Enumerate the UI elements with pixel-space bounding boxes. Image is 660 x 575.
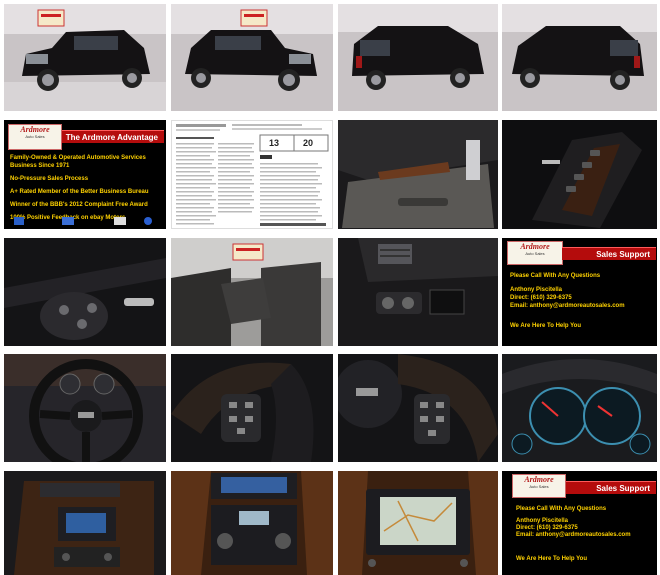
dealer-logo: Ardmore Auto Sales — [512, 474, 566, 498]
support-intro: Please Call With Any Questions — [516, 506, 607, 512]
photo-gauge-cluster[interactable] — [502, 354, 657, 462]
photo-center-console[interactable] — [4, 471, 166, 575]
logo-line2: Auto Sales — [25, 134, 45, 139]
support-title: Sales Support — [596, 484, 650, 493]
support-title-bar: Sales Support — [566, 481, 656, 494]
advantage-item: Winner of the BBB's 2012 Complaint Free … — [10, 202, 148, 209]
advantage-item: Family-Owned & Operated Automotive Servi… — [10, 155, 146, 170]
dealer-logo: Ardmore Auto Sales — [8, 124, 62, 150]
support-title-bar: Sales Support — [562, 247, 656, 260]
photo-wheel-controls-right[interactable] — [338, 354, 498, 462]
sales-support-card-2[interactable]: Ardmore Auto Sales Sales Support Please … — [502, 471, 657, 575]
logo-line2: Auto Sales — [525, 251, 545, 256]
hwy-mpg: 20 — [303, 138, 314, 148]
photo-door-panel[interactable] — [338, 120, 498, 229]
photo-window-switches[interactable] — [502, 120, 657, 229]
photo-climate-controls[interactable] — [171, 471, 333, 575]
logo-line2: Auto Sales — [529, 484, 549, 489]
partner-logos — [14, 217, 154, 225]
photo-dash-controls[interactable] — [338, 238, 498, 346]
photo-steering-wheel[interactable] — [4, 354, 166, 462]
support-closing: We Are Here To Help You — [510, 323, 582, 329]
advantage-title-bar: The Ardmore Advantage — [62, 130, 164, 143]
support-email[interactable]: Email: anthony@ardmoreautosales.com — [510, 302, 625, 310]
photo-exterior-front-left[interactable] — [4, 4, 166, 111]
logo-line1: Ardmore — [20, 125, 50, 134]
support-name: Anthony Piscitella — [510, 287, 563, 293]
photo-navigation-screen[interactable] — [338, 471, 498, 575]
photo-exterior-rear-right[interactable] — [502, 4, 657, 111]
support-closing: We Are Here To Help You — [516, 556, 588, 562]
photo-seat-controls[interactable] — [4, 238, 166, 346]
photo-exterior-front-right[interactable] — [171, 4, 333, 111]
photo-interior-seats[interactable] — [171, 238, 333, 346]
city-mpg: 13 — [269, 138, 280, 148]
support-direct: Direct: (610) 329-6375 — [510, 295, 572, 301]
photo-gallery-grid: Ardmore Auto Sales The Ardmore Advantage… — [0, 0, 660, 575]
support-title: Sales Support — [596, 250, 650, 259]
photo-exterior-rear-left[interactable] — [338, 4, 498, 111]
support-intro: Please Call With Any Questions — [510, 273, 601, 279]
logo-line1: Ardmore — [524, 475, 554, 484]
logo-line1: Ardmore — [520, 242, 550, 251]
support-email[interactable]: Email: anthony@ardmoreautosales.com — [516, 531, 631, 539]
window-sticker[interactable]: 13 20 — [171, 120, 333, 229]
photo-wheel-controls-left[interactable] — [171, 354, 333, 462]
sales-support-card-1[interactable]: Ardmore Auto Sales Sales Support Please … — [502, 238, 657, 346]
advantage-card[interactable]: Ardmore Auto Sales The Ardmore Advantage… — [4, 120, 166, 229]
advantage-item: A+ Rated Member of the Better Business B… — [10, 189, 149, 196]
advantage-item: No-Pressure Sales Process — [10, 176, 89, 183]
advantage-title: The Ardmore Advantage — [65, 133, 158, 142]
dealer-logo: Ardmore Auto Sales — [507, 241, 563, 265]
